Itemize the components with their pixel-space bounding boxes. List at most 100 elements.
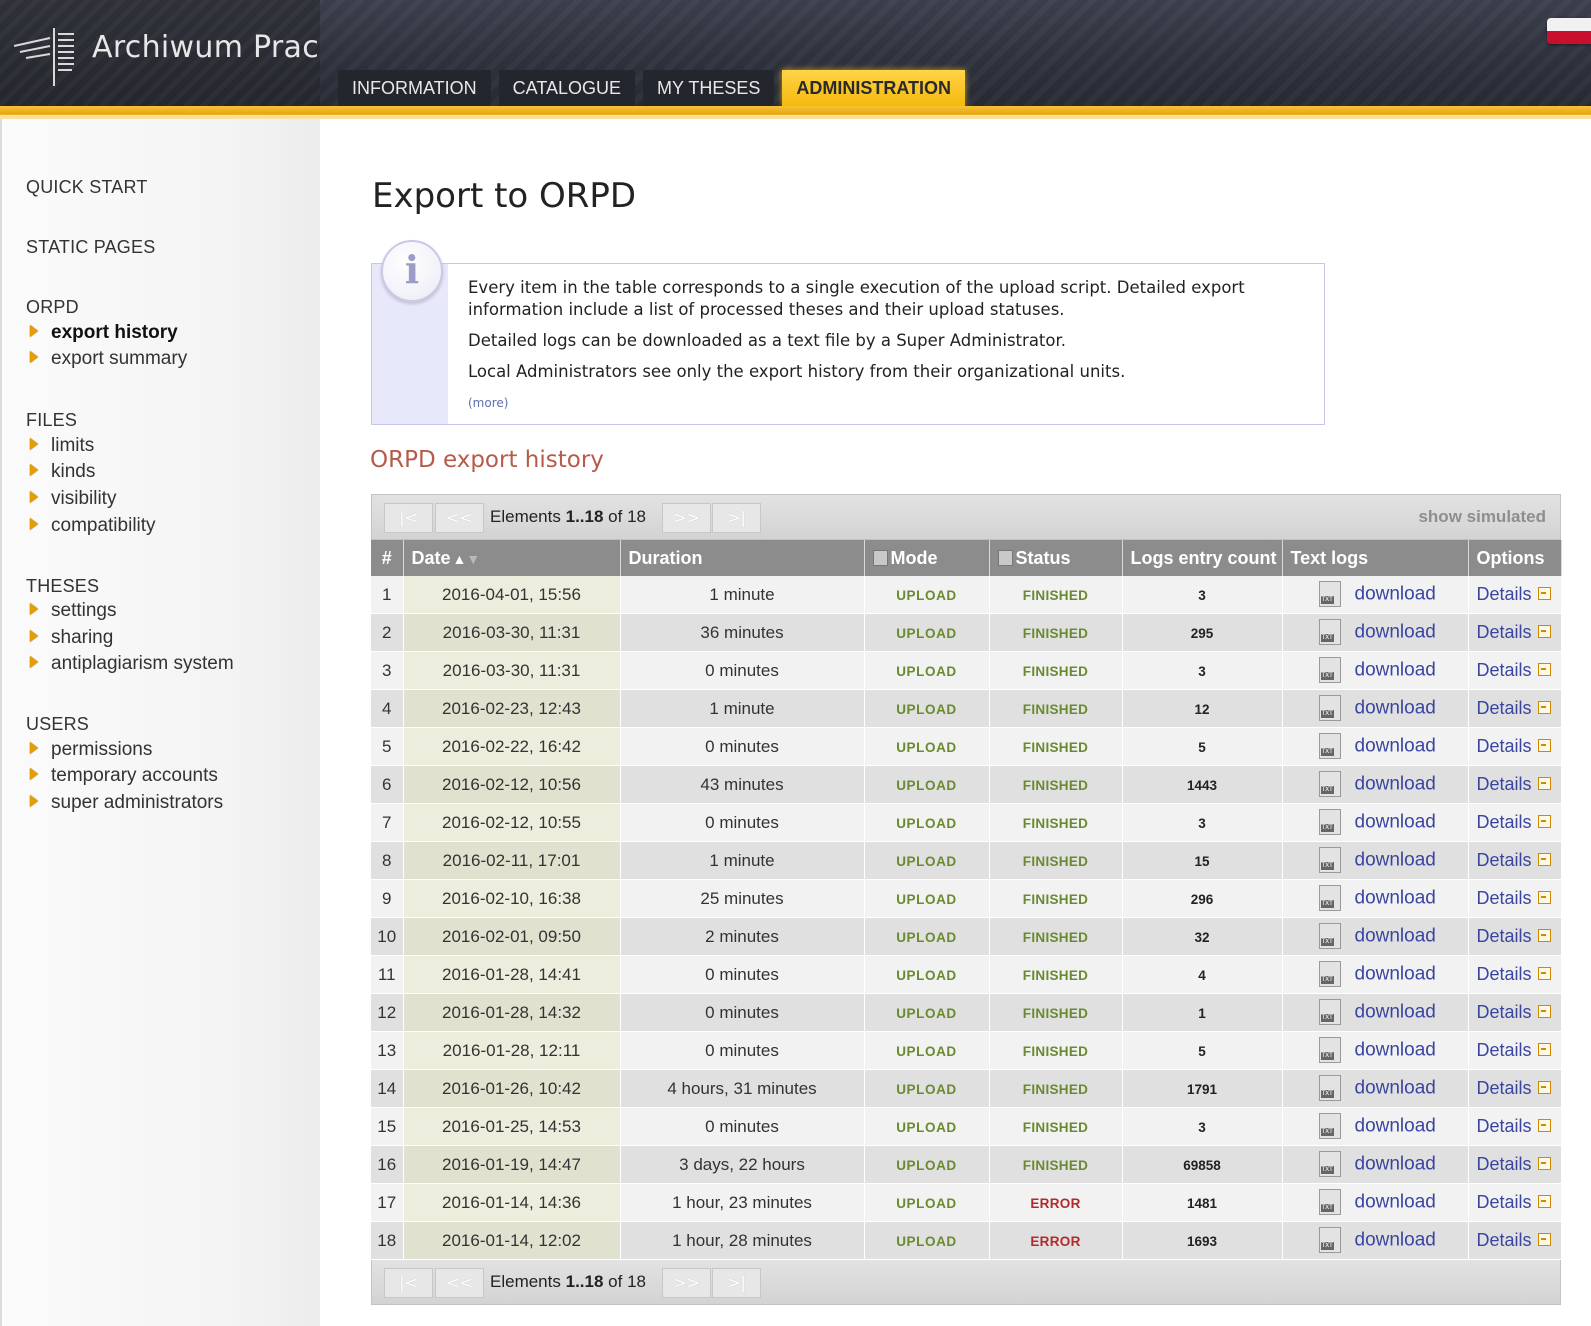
txt-file-icon[interactable] (1318, 618, 1341, 645)
column-header-date[interactable]: Date ▲▼ (403, 540, 621, 576)
download-link[interactable]: download (1355, 735, 1436, 756)
external-link-icon[interactable] (1537, 929, 1551, 943)
filter-icon[interactable] (872, 549, 888, 566)
sidebar-item-sharing[interactable]: sharing (30, 625, 113, 651)
download-link[interactable]: download (1355, 963, 1436, 984)
column-header-logs-count[interactable]: Logs entry count (1122, 540, 1283, 576)
details-link[interactable]: Details (1477, 1116, 1532, 1136)
sidebar-item-static-pages[interactable]: STATIC PAGES (26, 237, 155, 258)
txt-file-icon[interactable] (1318, 1112, 1341, 1139)
txt-file-icon[interactable] (1318, 884, 1341, 911)
download-link[interactable]: download (1355, 1153, 1436, 1174)
sidebar-item-quick-start[interactable]: QUICK START (26, 177, 148, 198)
sidebar-item-kinds[interactable]: kinds (30, 459, 95, 485)
download-link[interactable]: download (1355, 925, 1436, 946)
sidebar-item-export-summary[interactable]: export summary (30, 346, 187, 372)
download-link[interactable]: download (1355, 621, 1436, 642)
column-header-mode[interactable]: Mode (864, 540, 990, 576)
next-page-button[interactable]: >> (662, 1268, 711, 1298)
download-link[interactable]: download (1355, 849, 1436, 870)
language-flag-icon[interactable] (1547, 18, 1591, 44)
external-link-icon[interactable] (1537, 1043, 1551, 1057)
filter-icon[interactable] (997, 549, 1013, 566)
details-link[interactable]: Details (1477, 1002, 1532, 1022)
external-link-icon[interactable] (1537, 1081, 1551, 1095)
sidebar-item-permissions[interactable]: permissions (30, 737, 152, 763)
show-simulated-link[interactable]: show simulated (1418, 507, 1546, 527)
txt-file-icon[interactable] (1318, 998, 1341, 1025)
download-link[interactable]: download (1355, 1191, 1436, 1212)
external-link-icon[interactable] (1537, 967, 1551, 981)
first-page-button[interactable]: |< (384, 503, 433, 533)
details-link[interactable]: Details (1477, 736, 1532, 756)
external-link-icon[interactable] (1537, 815, 1551, 829)
txt-file-icon[interactable] (1318, 1226, 1341, 1253)
sidebar-item-antiplagiarism-system[interactable]: antiplagiarism system (30, 651, 234, 677)
external-link-icon[interactable] (1537, 1119, 1551, 1133)
external-link-icon[interactable] (1537, 587, 1551, 601)
column-header-duration[interactable]: Duration (620, 540, 865, 576)
prev-page-button[interactable]: << (435, 503, 484, 533)
details-link[interactable]: Details (1477, 698, 1532, 718)
details-link[interactable]: Details (1477, 660, 1532, 680)
external-link-icon[interactable] (1537, 625, 1551, 639)
tab-my-theses[interactable]: MY THESES (643, 70, 775, 106)
txt-file-icon[interactable] (1318, 732, 1341, 759)
download-link[interactable]: download (1355, 1001, 1436, 1022)
download-link[interactable]: download (1355, 1115, 1436, 1136)
details-link[interactable]: Details (1477, 584, 1532, 604)
download-link[interactable]: download (1355, 811, 1436, 832)
first-page-button[interactable]: |< (384, 1268, 433, 1298)
sidebar-item-settings[interactable]: settings (30, 598, 116, 624)
sidebar-item-temporary-accounts[interactable]: temporary accounts (30, 763, 218, 789)
download-link[interactable]: download (1355, 583, 1436, 604)
tab-catalogue[interactable]: CATALOGUE (498, 70, 636, 106)
download-link[interactable]: download (1355, 887, 1436, 908)
download-link[interactable]: download (1355, 1077, 1436, 1098)
tab-administration[interactable]: ADMINISTRATION (782, 70, 966, 106)
txt-file-icon[interactable] (1318, 770, 1341, 797)
txt-file-icon[interactable] (1318, 580, 1341, 607)
external-link-icon[interactable] (1537, 891, 1551, 905)
txt-file-icon[interactable] (1318, 846, 1341, 873)
details-link[interactable]: Details (1477, 1078, 1532, 1098)
external-link-icon[interactable] (1537, 1157, 1551, 1171)
details-link[interactable]: Details (1477, 774, 1532, 794)
sidebar-item-super-administrators[interactable]: super administrators (30, 790, 223, 816)
external-link-icon[interactable] (1537, 1005, 1551, 1019)
sidebar-item-limits[interactable]: limits (30, 433, 94, 459)
txt-file-icon[interactable] (1318, 960, 1341, 987)
external-link-icon[interactable] (1537, 739, 1551, 753)
txt-file-icon[interactable] (1318, 808, 1341, 835)
details-link[interactable]: Details (1477, 850, 1532, 870)
sidebar-item-visibility[interactable]: visibility (30, 486, 116, 512)
external-link-icon[interactable] (1537, 853, 1551, 867)
external-link-icon[interactable] (1537, 1195, 1551, 1209)
external-link-icon[interactable] (1537, 1233, 1551, 1247)
txt-file-icon[interactable] (1318, 1036, 1341, 1063)
download-link[interactable]: download (1355, 659, 1436, 680)
details-link[interactable]: Details (1477, 1154, 1532, 1174)
column-header-status[interactable]: Status (989, 540, 1123, 576)
txt-file-icon[interactable] (1318, 1188, 1341, 1215)
details-link[interactable]: Details (1477, 1192, 1532, 1212)
external-link-icon[interactable] (1537, 701, 1551, 715)
external-link-icon[interactable] (1537, 663, 1551, 677)
txt-file-icon[interactable] (1318, 1074, 1341, 1101)
next-page-button[interactable]: >> (662, 503, 711, 533)
details-link[interactable]: Details (1477, 926, 1532, 946)
download-link[interactable]: download (1355, 1229, 1436, 1250)
details-link[interactable]: Details (1477, 888, 1532, 908)
details-link[interactable]: Details (1477, 812, 1532, 832)
sidebar-item-export-history[interactable]: export history (30, 320, 178, 346)
txt-file-icon[interactable] (1318, 694, 1341, 721)
details-link[interactable]: Details (1477, 1040, 1532, 1060)
txt-file-icon[interactable] (1318, 922, 1341, 949)
info-more-link[interactable]: (more) (468, 396, 508, 410)
sort-asc-icon[interactable]: ▲▼ (453, 551, 481, 567)
last-page-button[interactable]: >| (712, 503, 761, 533)
txt-file-icon[interactable] (1318, 1150, 1341, 1177)
prev-page-button[interactable]: << (435, 1268, 484, 1298)
sidebar-item-compatibility[interactable]: compatibility (30, 513, 156, 539)
details-link[interactable]: Details (1477, 1230, 1532, 1250)
